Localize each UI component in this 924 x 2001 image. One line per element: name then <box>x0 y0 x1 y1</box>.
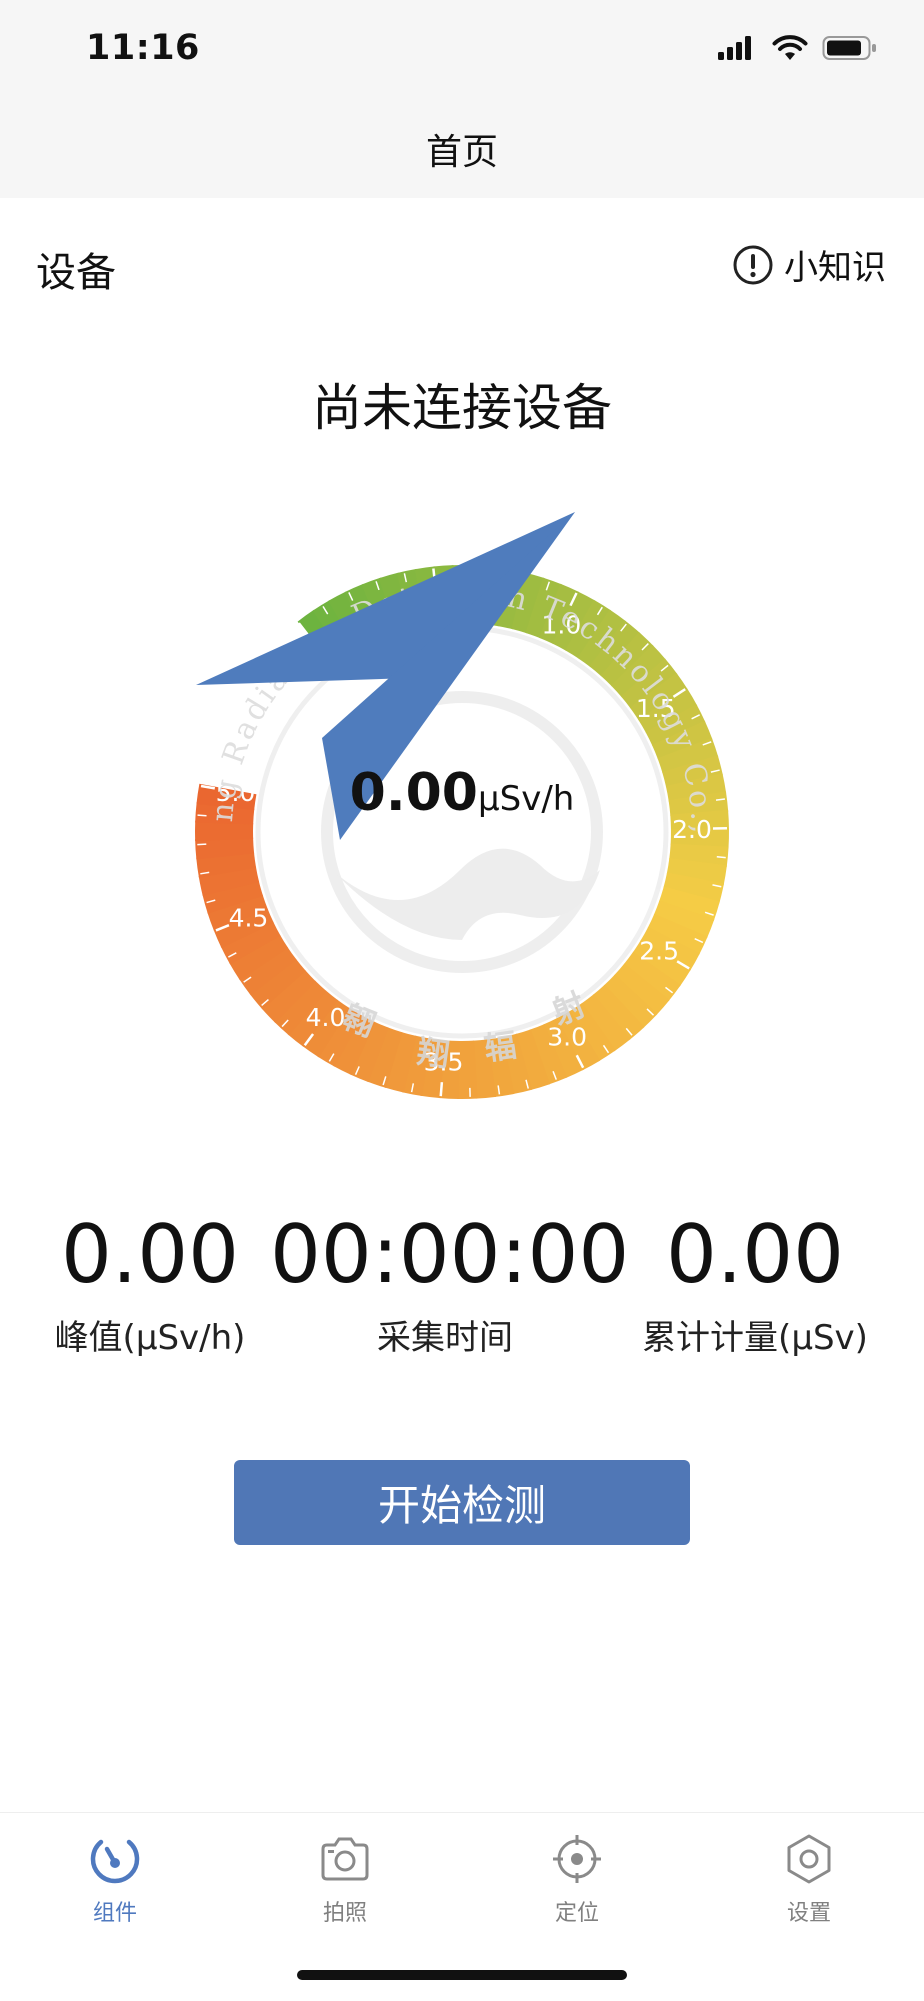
signal-icon <box>718 36 758 60</box>
gauge-reading-unit: μSv/h <box>478 779 574 819</box>
gauge-arc-segment <box>523 1057 540 1062</box>
tab-label-photo: 拍照 <box>265 1895 425 1927</box>
navigation-bar: 首页 <box>0 100 924 198</box>
gauge-arc-segment <box>698 845 700 863</box>
gauge-arc-segment <box>598 1017 613 1028</box>
tab-photo[interactable]: 拍照 <box>265 1831 425 1927</box>
camera-icon <box>317 1831 373 1887</box>
gauge-arc-segment <box>680 910 687 927</box>
cumulative-label: 累计计量(μSv) <box>630 1310 880 1359</box>
tips-button[interactable]: 小知识 <box>732 240 886 289</box>
gauge-icon <box>87 1831 143 1887</box>
tab-settings[interactable]: 设置 <box>729 1831 889 1927</box>
gauge-arc-segment <box>231 887 236 904</box>
gauge-arc-segment <box>255 949 265 964</box>
gauge-arc-segment <box>393 1060 411 1065</box>
tab-components[interactable]: 组件 <box>35 1831 195 1927</box>
home-indicator <box>297 1970 627 1980</box>
gauge-tick <box>198 815 207 816</box>
stats-row: 0.00 峰值(μSv/h) 00:00:00 采集时间 0.00 累计计量(μ… <box>0 1210 924 1360</box>
gauge-arc-segment <box>686 894 691 911</box>
tab-label-location: 定位 <box>497 1895 657 1927</box>
gauge-scale-label: 4.5 <box>229 903 269 932</box>
duration-value: 00:00:00 <box>270 1210 620 1300</box>
gauge-reading-value: 0.00 <box>350 763 478 823</box>
gauge-arc-segment <box>695 862 698 880</box>
gauge-arc-segment <box>247 934 255 950</box>
gauge-reading: 0.00μSv/h <box>350 763 575 823</box>
peak-label: 峰值(μSv/h) <box>35 1310 265 1359</box>
gauge-arc-segment <box>225 855 227 873</box>
gauge-arc-segment <box>623 994 636 1007</box>
gauge-arc-segment <box>273 976 285 990</box>
gauge-tick <box>441 1082 442 1096</box>
peak-stat: 0.00 峰值(μSv/h) <box>35 1210 265 1359</box>
duration-label: 采集时间 <box>270 1310 620 1359</box>
status-bar: 11:16 <box>0 0 924 100</box>
status-time: 11:16 <box>86 28 200 68</box>
tab-label-settings: 设置 <box>729 1895 889 1927</box>
tab-label-components: 组件 <box>35 1895 195 1927</box>
page-title: 首页 <box>426 123 498 175</box>
gear-icon <box>781 1831 837 1887</box>
gauge-arc-segment <box>646 968 657 982</box>
watermark-char-3: 辐 <box>482 1026 519 1068</box>
cumulative-stat: 0.00 累计计量(μSv) <box>630 1210 880 1359</box>
location-target-icon <box>549 1831 605 1887</box>
device-label[interactable]: 设备 <box>36 240 116 298</box>
watermark-char-2: 翔 <box>415 1032 452 1074</box>
gauge-arc-segment <box>224 838 225 856</box>
peak-value: 0.00 <box>35 1210 265 1300</box>
gauge-arc-segment <box>539 1051 556 1058</box>
gauge-tick <box>717 857 726 858</box>
gauge-scale-label: 2.5 <box>639 936 679 965</box>
info-circle-icon <box>732 244 774 286</box>
gauge-arc-segment <box>474 1068 492 1070</box>
tips-label: 小知识 <box>784 240 886 289</box>
connection-status: 尚未连接设备 <box>0 368 924 440</box>
radiation-gauge: 0.00.51.01.52.02.53.03.54.04.55.0 Aoxian… <box>100 470 824 1194</box>
gauge-arc-segment <box>362 1048 379 1055</box>
cumulative-value: 0.00 <box>630 1210 880 1300</box>
gauge-arc-segment <box>377 1054 394 1060</box>
gauge-arc-segment <box>263 963 274 978</box>
gauge-arc-segment <box>227 871 231 889</box>
duration-stat: 00:00:00 采集时间 <box>270 1210 620 1359</box>
tab-location[interactable]: 定位 <box>497 1831 657 1927</box>
gauge-arc-segment <box>611 1006 625 1018</box>
battery-icon <box>822 34 878 62</box>
gauge-arc-segment <box>283 989 295 1002</box>
gauge-arc-segment <box>635 982 647 996</box>
status-icons <box>718 34 878 62</box>
wifi-icon <box>772 35 808 61</box>
gauge-arc-segment <box>691 878 695 896</box>
start-detection-button[interactable]: 开始检测 <box>234 1460 690 1545</box>
